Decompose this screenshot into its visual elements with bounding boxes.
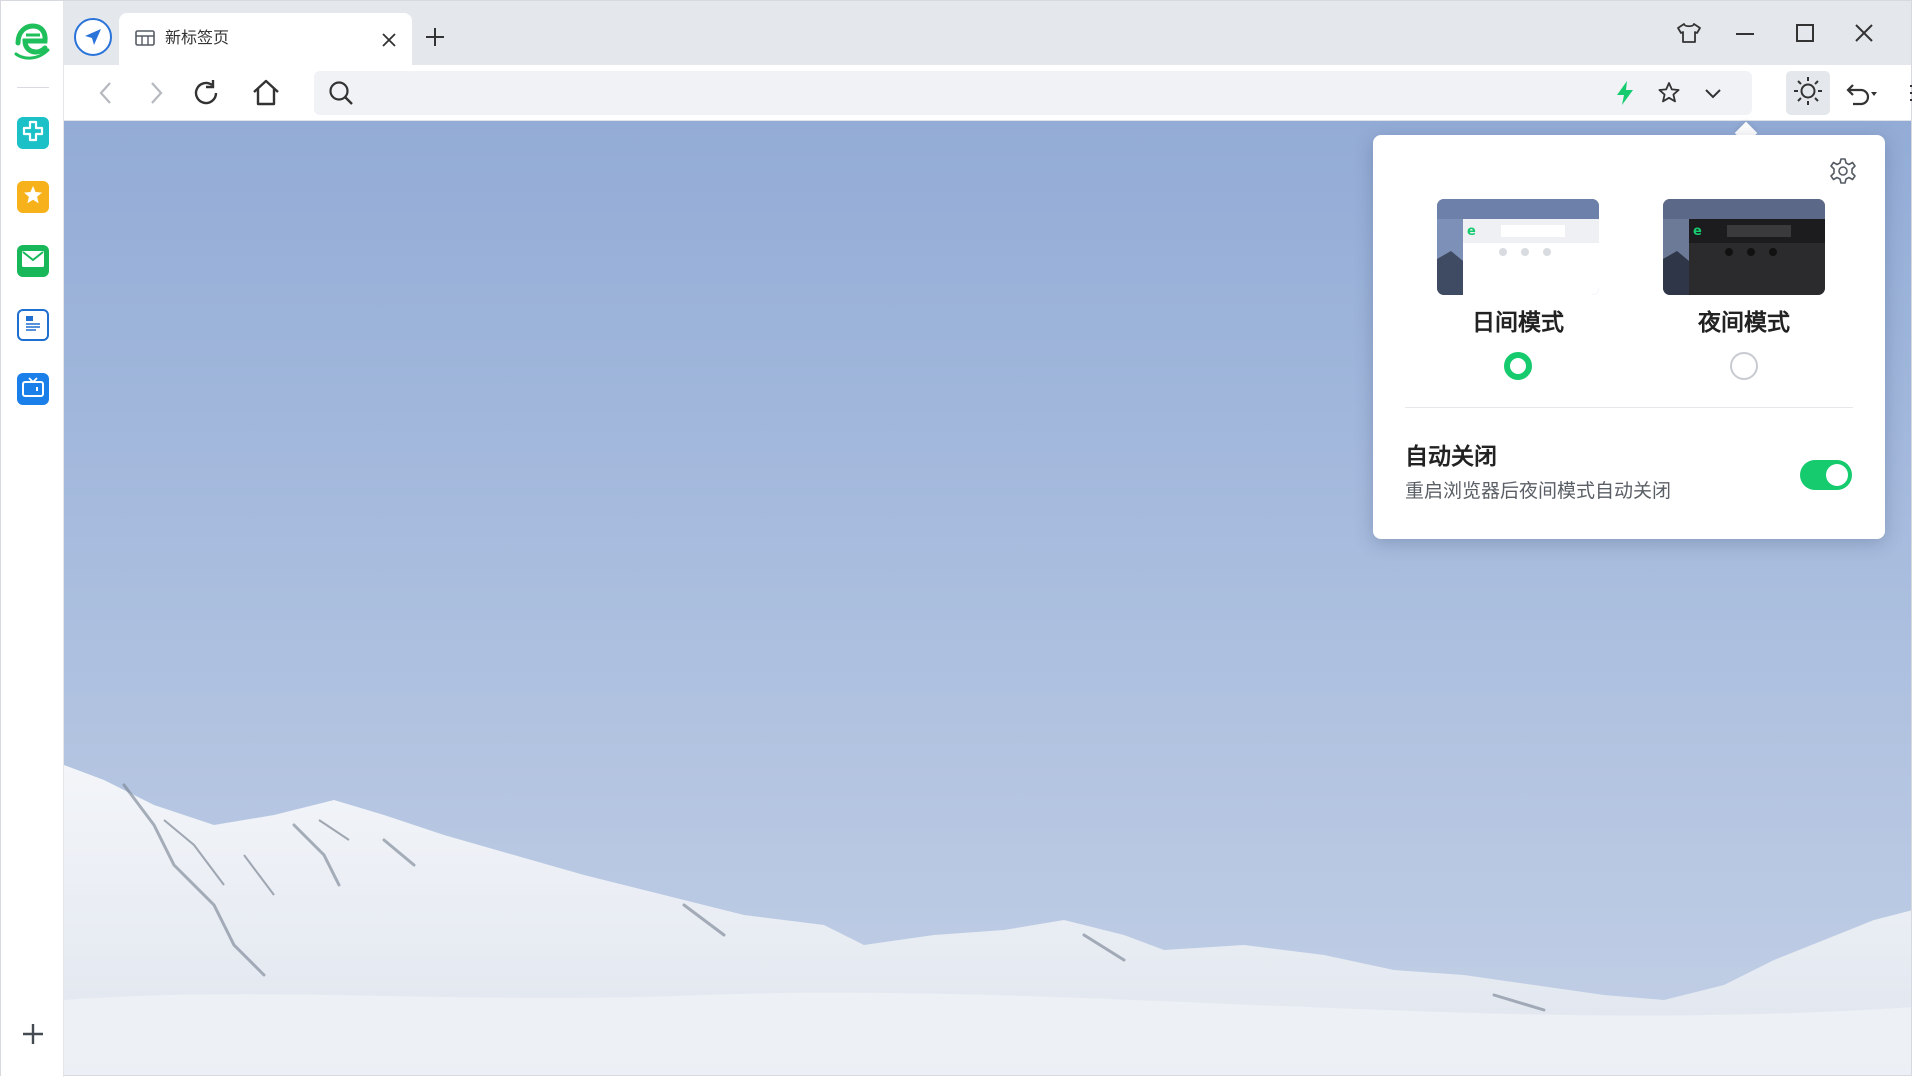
tab-new-tab[interactable]: 新标签页 — [119, 13, 412, 65]
tv-icon — [21, 376, 45, 402]
sidebar-divider — [17, 87, 49, 88]
minimize-icon[interactable] — [1731, 19, 1759, 47]
navigation-compass-icon[interactable] — [74, 18, 112, 56]
auto-close-title: 自动关闭 — [1405, 444, 1497, 470]
theme-sun-icon — [1793, 76, 1823, 110]
address-input[interactable] — [366, 77, 1566, 109]
day-mode-radio[interactable] — [1504, 352, 1532, 380]
undo-close-tab-icon[interactable] — [1844, 75, 1880, 111]
medical-cross-icon — [22, 120, 44, 146]
tab-strip: 新标签页 — [64, 1, 1911, 65]
popup-divider — [1405, 407, 1853, 408]
sidebar-item-mail[interactable] — [17, 245, 49, 277]
day-mode-preview: e — [1437, 199, 1599, 295]
night-mode-label: 夜间模式 — [1698, 310, 1790, 336]
news-icon — [23, 312, 43, 338]
gear-icon[interactable] — [1829, 157, 1857, 185]
day-mode-option[interactable]: e 日间模式 — [1437, 199, 1599, 380]
day-mode-label: 日间模式 — [1472, 310, 1564, 336]
tab-close-icon[interactable] — [380, 31, 398, 49]
home-icon[interactable] — [248, 75, 284, 111]
night-mode-preview: e — [1663, 199, 1825, 295]
theme-popup: e 日间模式 e 夜间模式 自动关闭 重启浏览器后夜间模式自动关闭 — [1373, 135, 1885, 539]
bookmark-star-icon[interactable] — [1656, 80, 1682, 106]
maximize-icon[interactable] — [1791, 19, 1819, 47]
tab-page-icon — [135, 30, 155, 50]
new-tab-plus-icon[interactable] — [424, 26, 446, 48]
auto-close-description: 重启浏览器后夜间模式自动关闭 — [1405, 480, 1672, 502]
lightning-speed-icon[interactable] — [1612, 80, 1638, 106]
search-icon — [328, 80, 354, 106]
toggle-knob — [1826, 464, 1848, 486]
toolbar — [64, 65, 1912, 121]
auto-close-toggle[interactable] — [1800, 460, 1852, 490]
forward-arrow-icon[interactable] — [138, 75, 174, 111]
skin-shirt-icon[interactable] — [1675, 19, 1703, 47]
svg-text:e: e — [1467, 224, 1476, 239]
favorites-star-icon — [22, 184, 44, 210]
menu-icon[interactable] — [1902, 75, 1912, 111]
mail-icon — [21, 249, 45, 273]
add-icon[interactable] — [20, 1021, 46, 1047]
svg-text:e: e — [1693, 224, 1702, 239]
browser-logo-icon[interactable] — [14, 20, 50, 62]
sidebar-item-news[interactable] — [17, 309, 49, 341]
browser-window: 新标签页 e 日间模式 e 夜间模式 自动关闭 重启浏览器后夜间模式自动关闭 — [0, 0, 1912, 1077]
tab-title: 新标签页 — [165, 28, 230, 47]
sidebar-item-tv[interactable] — [17, 373, 49, 405]
night-mode-option[interactable]: e 夜间模式 — [1663, 199, 1825, 380]
sidebar-item-health[interactable] — [17, 117, 49, 149]
reload-icon[interactable] — [188, 75, 224, 111]
sidebar — [1, 1, 64, 1077]
snow-mountains-image — [64, 765, 1911, 1075]
sidebar-item-favorites[interactable] — [17, 181, 49, 213]
theme-button[interactable] — [1786, 71, 1830, 115]
back-arrow-icon[interactable] — [88, 75, 124, 111]
night-mode-radio[interactable] — [1730, 352, 1758, 380]
dropdown-chevron-icon[interactable] — [1700, 80, 1726, 106]
address-bar[interactable] — [314, 71, 1752, 115]
close-window-icon[interactable] — [1850, 19, 1878, 47]
